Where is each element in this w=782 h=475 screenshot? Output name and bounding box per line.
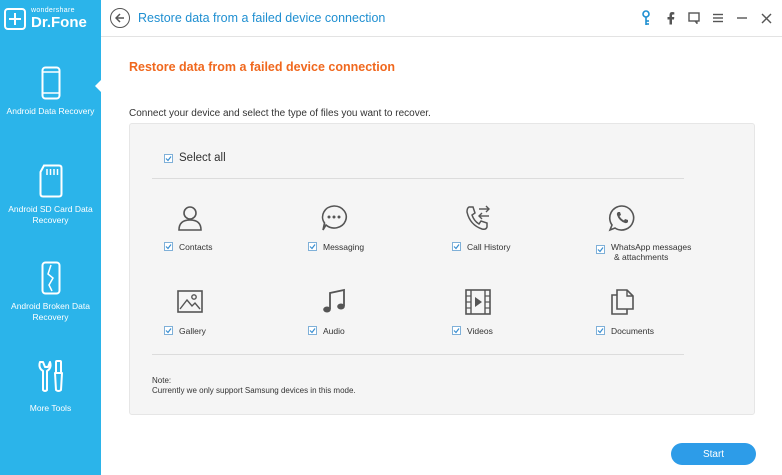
sidebar-item-more-tools[interactable]: More Tools [0, 359, 101, 414]
file-type-label: Audio [323, 326, 345, 336]
note: Note: Currently we only support Samsung … [152, 376, 356, 396]
file-type-label: Messaging [323, 242, 365, 252]
file-type-audio[interactable]: Audio [308, 288, 448, 338]
call-history-icon [466, 205, 490, 230]
sidebar-item-label: More Tools [29, 403, 72, 413]
feedback-button[interactable] [686, 9, 702, 27]
checkbox-checked-icon [308, 242, 317, 251]
file-type-label: Contacts [179, 242, 213, 252]
documents-icon [611, 289, 634, 315]
whatsapp-icon [608, 205, 635, 232]
window-controls [630, 9, 774, 27]
start-button[interactable]: Start [671, 443, 756, 465]
sidebar-item-label: Android Data Recovery [6, 106, 95, 116]
facebook-icon [667, 12, 674, 25]
checkbox-checked-icon [308, 326, 317, 335]
checkbox-checked-icon [452, 326, 461, 335]
key-icon [642, 10, 650, 25]
note-title: Note: [152, 376, 172, 385]
key-button[interactable] [638, 9, 654, 27]
file-type-gallery[interactable]: Gallery [164, 288, 304, 338]
sidebar: wondershare Dr.Fone Android Data Recover… [0, 0, 101, 475]
file-type-contacts[interactable]: Contacts [164, 204, 304, 264]
facebook-button[interactable] [662, 9, 678, 27]
checkbox-checked-icon [164, 153, 173, 163]
messaging-icon [321, 205, 348, 231]
videos-icon [465, 289, 491, 315]
menu-icon [713, 13, 723, 23]
audio-icon [323, 288, 345, 313]
contacts-icon [178, 206, 202, 231]
logo-brand-small: wondershare [31, 7, 75, 14]
file-type-label: Documents [611, 326, 654, 336]
gallery-icon [177, 290, 203, 313]
file-type-panel: Select all Contacts Messaging Call Histo… [129, 123, 755, 415]
logo-brand-name: Dr.Fone [31, 14, 87, 31]
active-indicator [95, 80, 101, 92]
back-button[interactable] [110, 8, 130, 28]
select-all-checkbox[interactable]: Select all [164, 152, 226, 164]
file-type-label-line2: & attachments [614, 252, 669, 262]
file-type-documents[interactable]: Documents [596, 288, 736, 338]
menu-button[interactable] [710, 9, 726, 27]
file-type-label: Call History [467, 242, 511, 252]
sidebar-item-android-data-recovery[interactable]: Android Data Recovery [0, 66, 101, 117]
sd-card-icon [39, 164, 62, 198]
file-type-call-history[interactable]: Call History [452, 204, 592, 264]
sidebar-item-label: Android Broken Data Recovery [11, 301, 90, 322]
checkbox-checked-icon [164, 242, 173, 251]
checkbox-checked-icon [596, 245, 605, 254]
checkbox-checked-icon [164, 326, 173, 335]
arrow-left-icon [115, 13, 124, 23]
page-title: Restore data from a failed device connec… [129, 60, 396, 74]
file-type-videos[interactable]: Videos [452, 288, 592, 338]
broken-phone-icon [41, 261, 60, 295]
close-button[interactable] [758, 9, 774, 27]
sidebar-item-android-sd-card-data-recovery[interactable]: Android SD Card Data Recovery [0, 164, 101, 226]
note-text: Currently we only support Samsung device… [152, 386, 356, 395]
select-all-label: Select all [179, 152, 226, 164]
divider [152, 178, 684, 179]
plus-logo-icon [4, 7, 26, 30]
minimize-button[interactable] [734, 9, 750, 27]
close-icon [761, 13, 771, 23]
divider [152, 354, 684, 355]
phone-icon [41, 66, 60, 100]
chat-icon [688, 12, 700, 24]
app-logo: wondershare Dr.Fone [0, 0, 101, 37]
file-type-label: Videos [467, 326, 493, 336]
sidebar-item-android-broken-data-recovery[interactable]: Android Broken Data Recovery [0, 261, 101, 323]
header-bar: Restore data from a failed device connec… [101, 0, 782, 37]
file-type-label: Gallery [179, 326, 206, 336]
minimize-icon [737, 17, 747, 19]
file-type-whatsapp[interactable]: WhatsApp messages & attachments [596, 204, 736, 264]
sidebar-item-label: Android SD Card Data Recovery [8, 204, 93, 225]
instruction-text: Connect your device and select the type … [129, 108, 431, 119]
tools-icon [37, 360, 63, 392]
checkbox-checked-icon [452, 242, 461, 251]
checkbox-checked-icon [596, 326, 605, 335]
file-type-messaging[interactable]: Messaging [308, 204, 448, 264]
file-type-label: WhatsApp messages [611, 242, 692, 252]
header-title: Restore data from a failed device connec… [138, 11, 386, 25]
